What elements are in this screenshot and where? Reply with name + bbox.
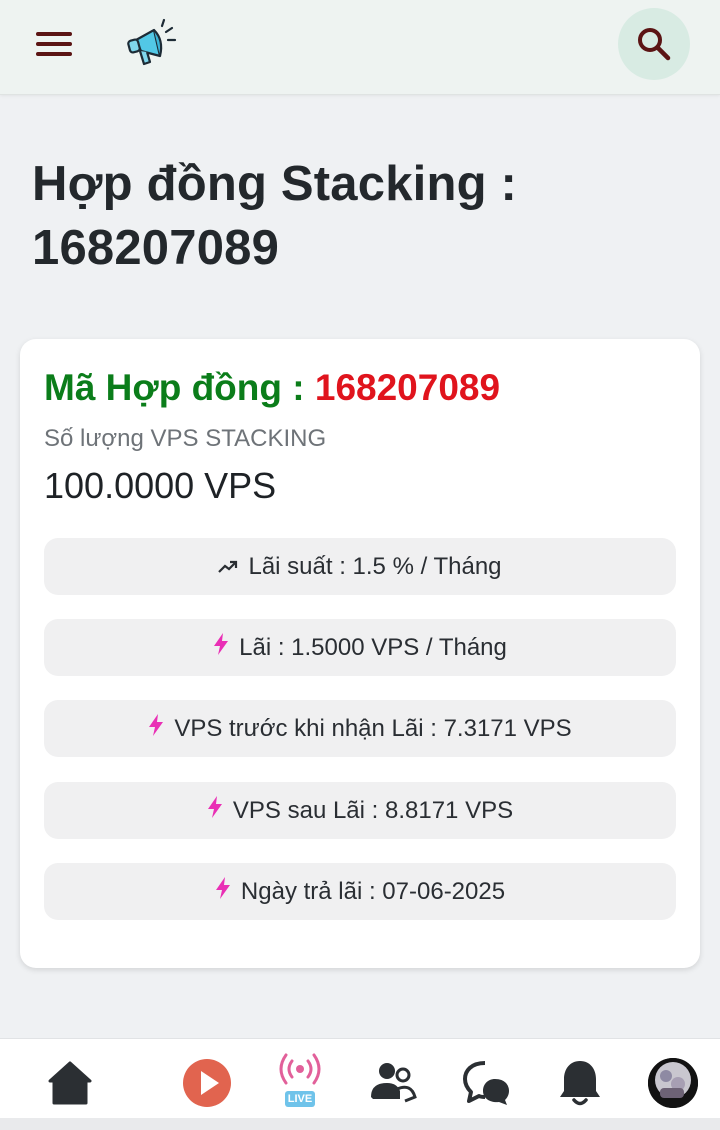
page-title: Hợp đồng Stacking : 168207089 xyxy=(32,157,518,275)
payment-date-text: Ngày trả lãi : 07-06-2025 xyxy=(240,877,506,905)
search-button[interactable] xyxy=(618,8,690,80)
friends-icon[interactable] xyxy=(367,1057,419,1109)
lightning-icon xyxy=(207,796,223,825)
interest-rate-row: Lãi suất : 1.5 % / Tháng xyxy=(44,538,676,595)
vps-before-interest-row: VPS trước khi nhận Lãi : 7.3171 VPS xyxy=(44,700,676,757)
vps-before-interest-text: VPS trước khi nhận Lãi : 7.3171 VPS xyxy=(174,714,572,742)
avatar[interactable] xyxy=(648,1058,698,1108)
lightning-icon xyxy=(213,633,229,662)
chat-icon[interactable] xyxy=(461,1057,513,1109)
quantity-value: 100.0000 VPS xyxy=(44,465,277,506)
megaphone-icon[interactable] xyxy=(124,18,182,70)
vps-after-interest-row: VPS sau Lãi : 8.8171 VPS xyxy=(44,782,676,839)
live-icon[interactable]: LIVE xyxy=(274,1053,326,1111)
contract-code-value: 168207089 xyxy=(314,367,501,408)
play-icon xyxy=(183,1059,231,1107)
trending-up-icon xyxy=(218,553,238,581)
payment-date-row: Ngày trả lãi : 07-06-2025 xyxy=(44,863,676,920)
bell-icon[interactable] xyxy=(554,1057,606,1109)
vps-after-interest-text: VPS sau Lãi : 8.8171 VPS xyxy=(232,796,514,824)
quantity-label: Số lượng VPS STACKING xyxy=(44,425,327,452)
interest-text: Lãi : 1.5000 VPS / Tháng xyxy=(239,633,507,661)
bottom-nav: LIVE xyxy=(0,1038,720,1130)
lightning-icon xyxy=(148,714,164,743)
interest-row: Lãi : 1.5000 VPS / Tháng xyxy=(44,619,676,676)
search-icon xyxy=(638,28,671,61)
contract-code: Mã Hợp đồng : 168207089 xyxy=(44,367,500,409)
contract-code-label: Mã Hợp đồng : xyxy=(44,367,315,408)
lightning-icon xyxy=(215,877,231,906)
hamburger-menu-icon[interactable] xyxy=(36,30,72,58)
top-bar xyxy=(0,0,720,95)
bottom-edge xyxy=(0,1118,720,1130)
live-badge: LIVE xyxy=(285,1091,315,1107)
home-icon[interactable] xyxy=(44,1057,96,1109)
interest-rate-text: Lãi suất : 1.5 % / Tháng xyxy=(248,552,502,580)
contract-card: Mã Hợp đồng : 168207089 Số lượng VPS STA… xyxy=(20,339,700,968)
play-button[interactable] xyxy=(181,1057,233,1109)
